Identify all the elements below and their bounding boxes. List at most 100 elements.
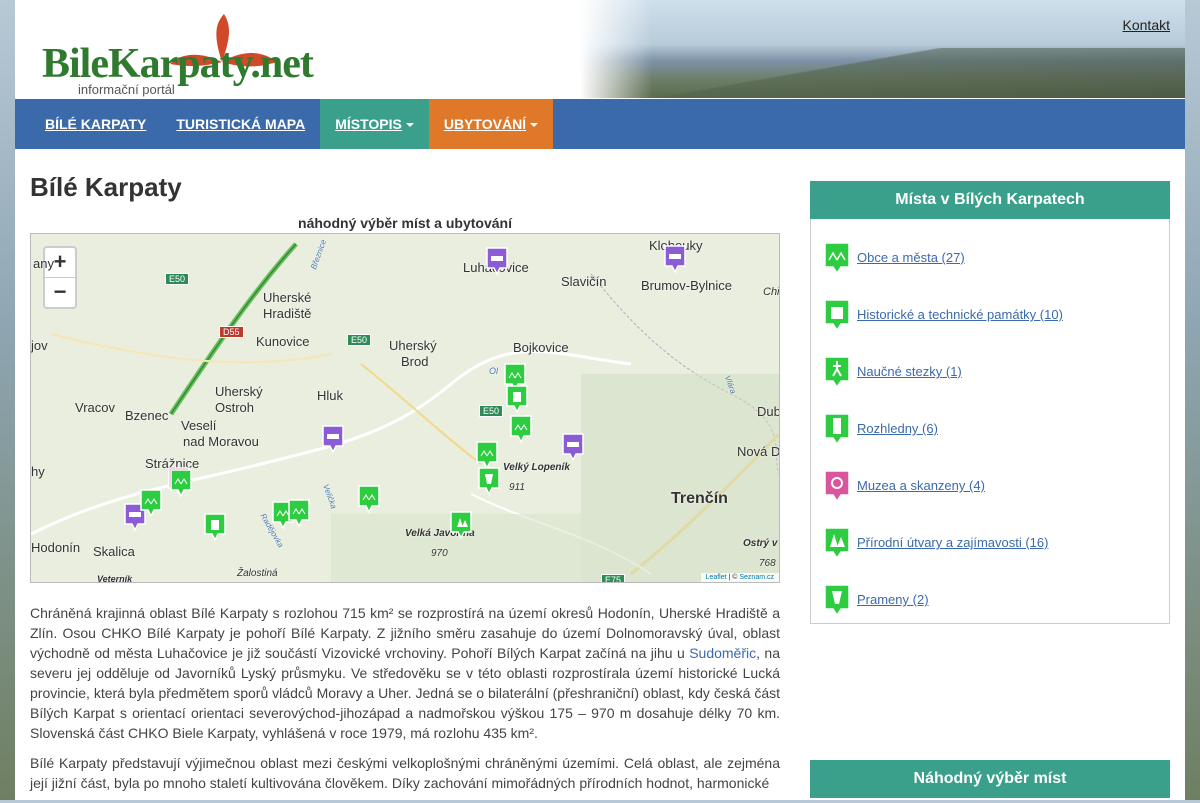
map-label: Hradiště	[263, 306, 312, 321]
category-link[interactable]: Prameny (2)	[857, 592, 929, 607]
trees-icon	[824, 526, 850, 559]
main-content: Bílé Karpaty náhodný výběr míst a ubytov…	[30, 170, 780, 803]
leaflet-link[interactable]: Leaflet	[706, 574, 727, 581]
sidebar-title: Místa v Bílých Karpatech	[810, 181, 1170, 219]
kontakt-link[interactable]: Kontakt	[1123, 17, 1170, 33]
category-link[interactable]: Muzea a skanzeny (4)	[857, 478, 985, 493]
map-label: Skalica	[93, 544, 135, 559]
map-label: Uherský	[389, 338, 437, 353]
nav-ubytovani-label: UBYTOVÁNÍ	[443, 116, 527, 132]
road-label: E50	[479, 405, 504, 417]
map-attribution: Leaflet | © Seznam.cz	[700, 573, 779, 582]
map-label: jov	[31, 338, 48, 353]
random-places-title: Náhodný výběr míst	[810, 760, 1170, 798]
map-label: Ostroh	[215, 400, 255, 415]
header-landscape-photo	[580, 0, 1185, 98]
article-text: Chráněná krajinná oblast Bílé Karpaty s …	[30, 603, 780, 793]
site-logo[interactable]: BileKarpaty.net informační portál	[42, 12, 342, 97]
zoom-out-button[interactable]: −	[45, 278, 75, 307]
sudomerice-link[interactable]: Sudoměřic	[689, 645, 756, 661]
castle-icon[interactable]	[203, 512, 227, 542]
spring-icon[interactable]	[477, 466, 501, 496]
seznam-link[interactable]: Seznam.cz	[739, 574, 774, 581]
nav-mistopis-label: MÍSTOPIS	[335, 116, 402, 132]
map-label: Brod	[401, 354, 429, 369]
map-label: Hluk	[317, 388, 344, 403]
map-label: Trenčín	[671, 490, 728, 507]
map-label: Ol	[489, 366, 498, 376]
map-label: Nová Dub	[737, 444, 780, 459]
map-label: Bzenec	[125, 408, 169, 423]
tower-icon	[824, 412, 850, 445]
village-icon[interactable]	[287, 498, 311, 528]
village-icon[interactable]	[509, 414, 533, 444]
map-label: Brumov-Bylnice	[641, 278, 733, 293]
museum-icon	[824, 469, 850, 502]
paragraph-1: Chráněná krajinná oblast Bílé Karpaty s …	[30, 603, 780, 743]
paragraph-1-a: Chráněná krajinná oblast Bílé Karpaty s …	[30, 605, 780, 661]
spring-icon	[824, 583, 850, 616]
castle-icon	[824, 298, 850, 331]
category-item[interactable]: Přírodní útvary a zajímavosti (16)	[823, 514, 1157, 571]
category-link[interactable]: Přírodní útvary a zajímavosti (16)	[857, 535, 1048, 550]
map-label: Chi	[763, 286, 780, 298]
random-places-box: Náhodný výběr míst	[810, 760, 1170, 798]
village-icon[interactable]	[139, 488, 163, 518]
category-list: Obce a města (27) Historické a technické…	[810, 219, 1170, 624]
page-title: Bílé Karpaty	[30, 172, 182, 202]
map-label: Dub	[757, 404, 780, 419]
nav-ubytovani[interactable]: UBYTOVÁNÍ	[428, 99, 554, 149]
category-item[interactable]: Historické a technické památky (10)	[823, 286, 1157, 343]
map-caption: náhodný výběr míst a ubytování	[298, 215, 512, 231]
map-label: Hodonín	[31, 540, 81, 555]
caret-down-icon	[530, 123, 539, 128]
bed-icon[interactable]	[321, 424, 345, 454]
category-item[interactable]: Rozhledny (6)	[823, 400, 1157, 457]
sidebar: Místa v Bílých Karpatech Obce a města (2…	[810, 181, 1170, 798]
map-label: 911	[509, 482, 525, 493]
road-label: D55	[219, 326, 244, 338]
map-label: Bojkovice	[513, 340, 569, 355]
trees-icon[interactable]	[449, 510, 473, 540]
road-label: E50	[347, 334, 372, 346]
map[interactable]: + − Klobouky Luhačovice Slavičín Brumov-…	[30, 233, 780, 583]
hiker-icon	[824, 355, 850, 388]
page: BileKarpaty.net informační portál Kontak…	[15, 0, 1185, 800]
category-link[interactable]: Obce a města (27)	[857, 250, 965, 265]
village-icon[interactable]	[169, 468, 193, 498]
map-label: Uherský	[215, 384, 263, 399]
category-item[interactable]: Prameny (2)	[823, 571, 1157, 628]
map-label: Veselí	[181, 418, 217, 433]
logo-subtitle: informační portál	[78, 82, 175, 97]
village-icon	[824, 241, 850, 274]
category-link[interactable]: Rozhledny (6)	[857, 421, 938, 436]
map-label: Slavičín	[561, 274, 607, 289]
bed-icon[interactable]	[561, 432, 585, 462]
map-label: hy	[31, 464, 45, 479]
castle-icon[interactable]	[505, 384, 529, 414]
village-icon[interactable]	[357, 484, 381, 514]
category-item[interactable]: Naučné stezky (1)	[823, 343, 1157, 400]
nav-mistopis[interactable]: MÍSTOPIS	[320, 99, 429, 149]
nav-bile-karpaty[interactable]: BÍLÉ KARPATY	[15, 99, 161, 149]
logo-text: BileKarpaty.net	[42, 41, 314, 87]
map-label: nad Moravou	[183, 434, 259, 449]
road-label: E75	[601, 574, 626, 582]
map-label: Žalostiná	[237, 568, 278, 579]
bed-icon[interactable]	[663, 244, 687, 274]
header: BileKarpaty.net informační portál Kontak…	[15, 0, 1185, 98]
paragraph-2: Bílé Karpaty představují výjimečnou obla…	[30, 755, 780, 791]
category-item[interactable]: Muzea a skanzeny (4)	[823, 457, 1157, 514]
map-label: any	[33, 256, 54, 271]
main-nav: BÍLÉ KARPATY TURISTICKÁ MAPA MÍSTOPIS UB…	[15, 99, 1185, 149]
map-label: Veterník	[97, 574, 133, 583]
category-link[interactable]: Historické a technické památky (10)	[857, 307, 1063, 322]
category-link[interactable]: Naučné stezky (1)	[857, 364, 962, 379]
bed-icon[interactable]	[485, 246, 509, 276]
map-label: Uherské	[263, 290, 312, 305]
map-label: 970	[431, 548, 448, 559]
road-label: E50	[165, 273, 190, 285]
caret-down-icon	[405, 123, 414, 128]
category-item[interactable]: Obce a města (27)	[823, 229, 1157, 286]
nav-turisticka-mapa[interactable]: TURISTICKÁ MAPA	[161, 99, 320, 149]
